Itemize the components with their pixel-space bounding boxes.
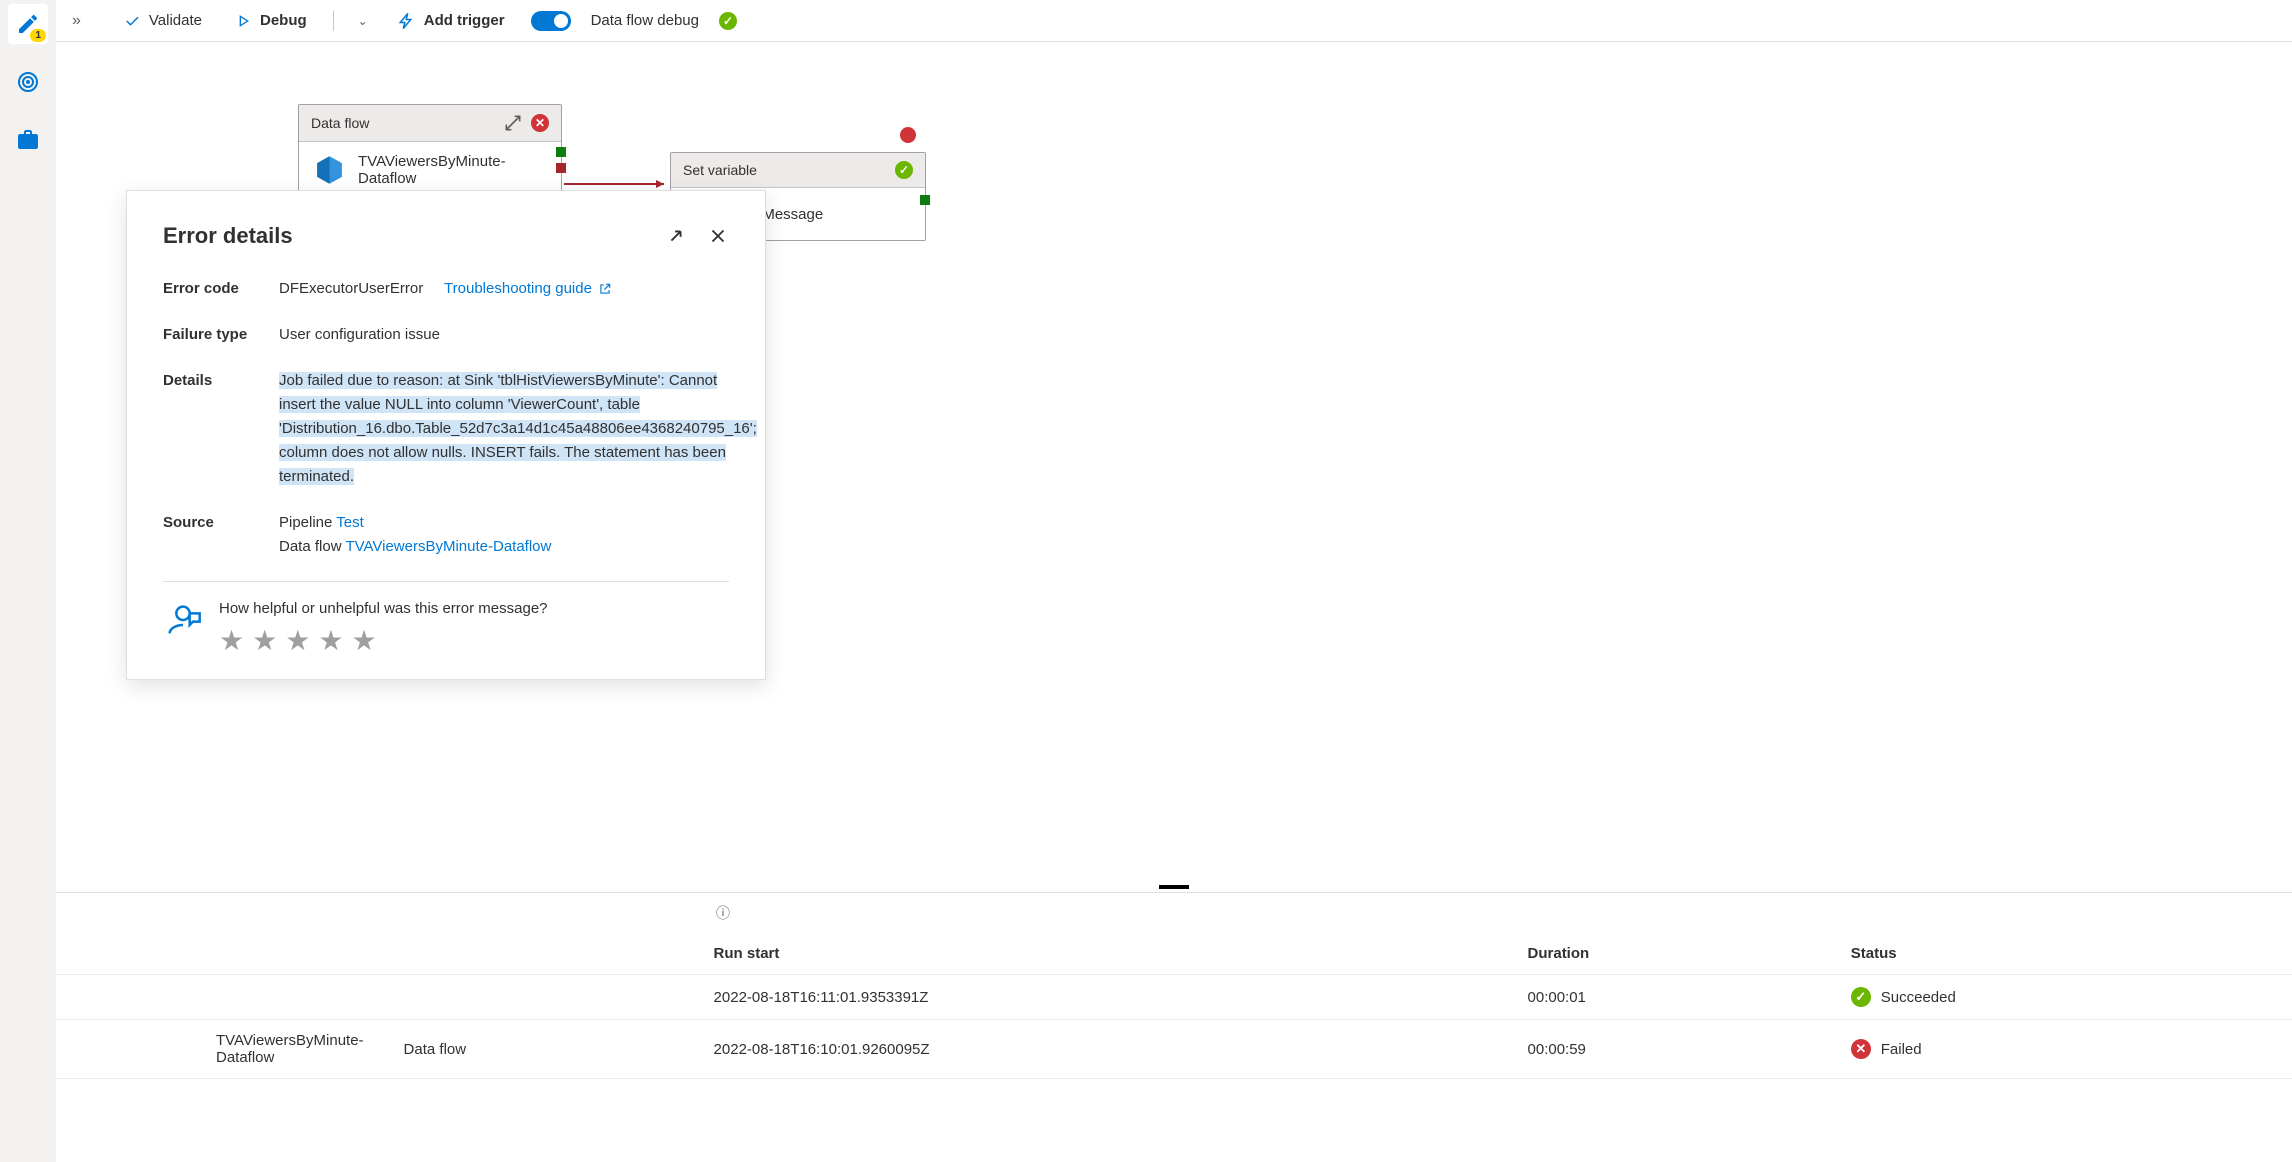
node-port-success[interactable] — [920, 195, 930, 205]
chevron-down-icon[interactable]: ⌄ — [354, 10, 372, 32]
cell-duration: 00:00:59 — [1508, 1020, 1831, 1079]
table-header-row: Run start Duration Status — [56, 933, 2292, 975]
setvariable-node-header: Set variable ✓ — [671, 153, 925, 188]
lightning-icon — [398, 12, 416, 30]
star-4[interactable]: ★ — [318, 627, 343, 655]
dataflow-debug-label: Data flow debug — [591, 12, 699, 29]
feedback-section: How helpful or unhelpful was this error … — [163, 581, 729, 655]
validate-button[interactable]: Validate — [117, 8, 208, 34]
dataflow-node-name: TVAViewersByMinute-Dataflow — [358, 153, 547, 187]
panel-resize-handle[interactable] — [1159, 885, 1189, 889]
setvariable-header-label: Set variable — [683, 162, 757, 178]
debug-label: Debug — [260, 12, 307, 29]
cell-status: ✓Succeeded — [1831, 975, 2292, 1020]
star-2[interactable]: ★ — [252, 627, 277, 655]
table-row[interactable]: 2022-08-18T16:11:01.9353391Z 00:00:01 ✓S… — [56, 975, 2292, 1020]
cell-name — [56, 975, 384, 1020]
col-duration[interactable]: Duration — [1508, 933, 1831, 975]
maximize-icon[interactable] — [665, 225, 687, 247]
cell-status: ✕Failed — [1831, 1020, 2292, 1079]
debug-status-icon: ✓ — [719, 12, 737, 30]
source-label: Source — [163, 511, 279, 559]
cell-runstart: 2022-08-18T16:11:01.9353391Z — [694, 975, 1508, 1020]
error-code-label: Error code — [163, 277, 279, 301]
main-area: » Validate Debug ⌄ Add trigger Data flow… — [56, 0, 2292, 1162]
col-name — [56, 933, 384, 975]
cell-runstart: 2022-08-18T16:10:01.9260095Z — [694, 1020, 1508, 1079]
error-status-icon: ✕ — [531, 114, 549, 132]
person-feedback-icon — [163, 600, 203, 640]
error-code-value: DFExecutorUserError — [279, 280, 423, 297]
details-label: Details — [163, 369, 279, 489]
debug-button[interactable]: Debug — [228, 8, 313, 34]
left-sidebar: 1 — [0, 0, 56, 1162]
source-pipeline-link[interactable]: Test — [336, 514, 364, 531]
dataflow-node-header: Data flow ✕ — [299, 105, 561, 142]
failure-type-value: User configuration issue — [279, 323, 729, 347]
table-row[interactable]: TVAViewersByMinute-Dataflow Data flow 20… — [56, 1020, 2292, 1079]
add-trigger-button[interactable]: Add trigger — [392, 8, 511, 34]
cell-duration: 00:00:01 — [1508, 975, 1831, 1020]
dataflow-node[interactable]: Data flow ✕ TVAViewersByMinute-Dataflow — [298, 104, 562, 199]
add-trigger-label: Add trigger — [424, 12, 505, 29]
popup-title: Error details — [163, 223, 293, 249]
play-icon — [234, 12, 252, 30]
cell-type — [384, 975, 694, 1020]
source-value: Pipeline Test Data flow TVAViewersByMinu… — [279, 511, 729, 559]
output-panel-tabs: ⓘ — [56, 893, 2292, 933]
sidebar-item-monitor[interactable] — [8, 62, 48, 102]
col-status[interactable]: Status — [1831, 933, 2292, 975]
cell-name: TVAViewersByMinute-Dataflow — [56, 1020, 384, 1079]
error-dot-icon — [900, 127, 916, 143]
expand-icon[interactable] — [503, 113, 523, 133]
feedback-question: How helpful or unhelpful was this error … — [219, 600, 548, 617]
star-3[interactable]: ★ — [285, 627, 310, 655]
error-details-popup: Error details Error code DFExecutorUserE… — [126, 190, 766, 680]
run-results-table: Run start Duration Status 2022-08-18T16:… — [56, 933, 2292, 1079]
success-status-icon: ✓ — [895, 161, 913, 179]
error-icon: ✕ — [1851, 1039, 1871, 1059]
sidebar-item-author[interactable]: 1 — [8, 4, 48, 44]
star-rating: ★ ★ ★ ★ ★ — [219, 627, 548, 655]
col-runstart[interactable]: Run start — [694, 933, 1508, 975]
node-port-fail[interactable] — [556, 163, 566, 173]
toolbox-icon — [16, 128, 40, 152]
dataflow-header-label: Data flow — [311, 115, 369, 131]
sidebar-item-manage[interactable] — [8, 120, 48, 160]
cell-type: Data flow — [384, 1020, 694, 1079]
col-type — [384, 933, 694, 975]
gauge-icon — [16, 70, 40, 94]
external-link-icon — [598, 282, 612, 296]
dataflow-cube-icon — [313, 152, 346, 188]
toolbar: » Validate Debug ⌄ Add trigger Data flow… — [56, 0, 2292, 42]
failure-type-label: Failure type — [163, 323, 279, 347]
author-badge: 1 — [30, 29, 46, 42]
details-value[interactable]: Job failed due to reason: at Sink 'tblHi… — [279, 372, 757, 485]
dataflow-debug-toggle[interactable] — [531, 11, 571, 31]
validate-label: Validate — [149, 12, 202, 29]
output-panel: ⓘ Run start Duration Status — [56, 892, 2292, 1162]
troubleshooting-link[interactable]: Troubleshooting guide — [444, 277, 612, 301]
star-1[interactable]: ★ — [219, 627, 244, 655]
star-5[interactable]: ★ — [351, 627, 376, 655]
checkmark-icon — [123, 12, 141, 30]
toolbar-separator — [333, 11, 334, 31]
info-icon[interactable]: ⓘ — [716, 903, 730, 923]
source-dataflow-link[interactable]: TVAViewersByMinute-Dataflow — [345, 538, 551, 555]
collapse-icon[interactable]: » — [68, 8, 85, 34]
success-icon: ✓ — [1851, 987, 1871, 1007]
node-port-success[interactable] — [556, 147, 566, 157]
close-icon[interactable] — [707, 225, 729, 247]
